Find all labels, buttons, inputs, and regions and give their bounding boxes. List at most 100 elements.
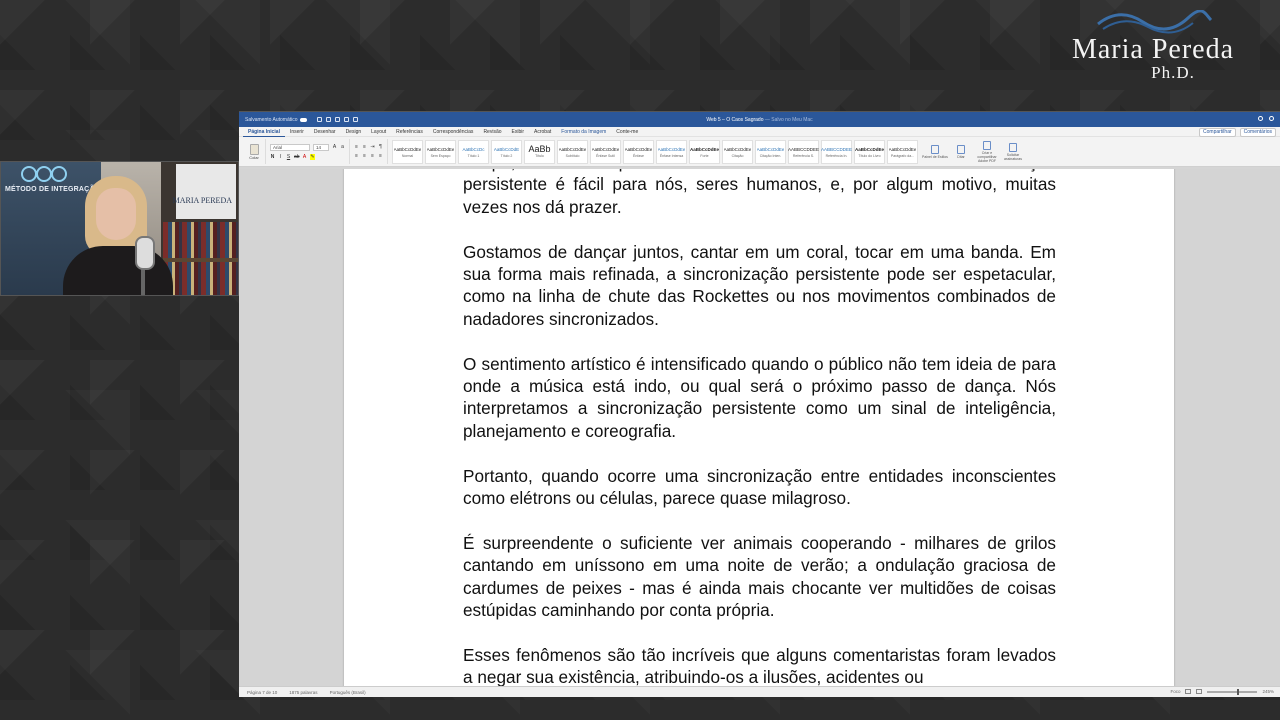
account-icon[interactable] bbox=[1269, 116, 1274, 121]
presenter bbox=[63, 246, 173, 295]
status-bar: Página 7 de 10 1875 palavras Português (… bbox=[239, 686, 1280, 697]
clipboard-icon bbox=[249, 143, 259, 155]
web-layout-icon[interactable] bbox=[1196, 689, 1203, 694]
tab-referencias[interactable]: Referências bbox=[391, 127, 428, 137]
webcam-feed: MÉTODO DE INTEGRAÇÃO MARIA PEREDA bbox=[0, 161, 239, 296]
ribbon-tabs: Página Inicial Inserir Desenhar Design L… bbox=[239, 127, 1280, 137]
zoom-slider[interactable] bbox=[1207, 688, 1258, 695]
style-titulo-1[interactable]: AaBbCcDc Título 1 bbox=[458, 139, 489, 164]
document-page[interactable]: tempo, a sincronia provavelmente não é u… bbox=[344, 169, 1174, 687]
word-window: Salvamento Automático Web 5 – O Caos Sag… bbox=[239, 111, 1280, 697]
brand-logo: Maria Pereda Ph.D. bbox=[1038, 10, 1268, 90]
webcam-logo-text: MÉTODO DE INTEGRAÇÃO bbox=[5, 186, 101, 193]
request-signatures-button[interactable]: Solicitar assinaturas bbox=[1000, 139, 1026, 164]
create-pdf-button[interactable]: Criar e compartilhar Adobe PDF bbox=[974, 139, 1000, 164]
tab-pagina-inicial[interactable]: Página Inicial bbox=[243, 127, 285, 137]
grow-font-icon[interactable]: A bbox=[332, 144, 337, 150]
redo-icon[interactable] bbox=[343, 117, 349, 122]
title-bar: Salvamento Automático Web 5 – O Caos Sag… bbox=[239, 112, 1280, 127]
document-body[interactable]: tempo, a sincronia provavelmente não é u… bbox=[463, 169, 1056, 687]
align-right-icon[interactable]: ≡ bbox=[370, 153, 375, 159]
tab-layout[interactable]: Layout bbox=[366, 127, 391, 137]
save-icon[interactable] bbox=[325, 117, 331, 122]
font-group: Arial 14 A a N I S ab A ✎ bbox=[266, 139, 350, 164]
document-area: tempo, a sincronia provavelmente não é u… bbox=[239, 169, 1280, 687]
style-referencia-intensa[interactable]: AABBCCDDEE Referência In. bbox=[821, 139, 852, 164]
style-subtitulo[interactable]: AaBbCcDdEe Subtítulo bbox=[557, 139, 588, 164]
numbering-icon[interactable]: ≡ bbox=[362, 144, 367, 150]
word-count[interactable]: 1875 palavras bbox=[289, 690, 317, 695]
style-enfase-sutil[interactable]: AaBbCcDdEe Ênfase Sutil bbox=[590, 139, 621, 164]
document-title: Web 5 – O Caos Sagrado — Salvo no Meu Ma… bbox=[706, 116, 813, 123]
home-icon[interactable] bbox=[316, 117, 322, 122]
styles-pane-button[interactable]: Painel de Estilos bbox=[922, 139, 948, 164]
style-citacao-intensa[interactable]: AaBbCcDdEe Citação Inten. bbox=[755, 139, 786, 164]
style-titulo-2[interactable]: AaBbCcDdE Título 2 bbox=[491, 139, 522, 164]
paragraph[interactable]: Gostamos de dançar juntos, cantar em um … bbox=[463, 241, 1056, 331]
share-button[interactable]: Compartilhar bbox=[1199, 128, 1236, 137]
brand-degree: Ph.D. bbox=[1151, 63, 1195, 82]
tab-correspondencias[interactable]: Correspondências bbox=[428, 127, 479, 137]
style-normal[interactable]: AaBbCcDdEe Normal bbox=[392, 139, 423, 164]
align-center-icon[interactable]: ≡ bbox=[362, 153, 367, 159]
style-enfase-intensa[interactable]: AaBbCcDdEe Ênfase Intensa bbox=[656, 139, 687, 164]
style-sem-espaco[interactable]: AaBbCcDdEe Sem Espaço bbox=[425, 139, 456, 164]
highlight-icon[interactable]: ✎ bbox=[310, 153, 315, 160]
shrink-font-icon[interactable]: a bbox=[340, 144, 345, 150]
paste-button[interactable]: Colar bbox=[247, 143, 261, 160]
language-indicator[interactable]: Português (Brasil) bbox=[330, 690, 366, 695]
tab-desenhar[interactable]: Desenhar bbox=[309, 127, 341, 137]
styles-gallery: AaBbCcDdEe Normal AaBbCcDdEe Sem Espaço Aa… bbox=[388, 139, 922, 164]
autosave-toggle[interactable] bbox=[299, 117, 307, 122]
webcam-poster-text: MARIA PEREDA bbox=[172, 196, 232, 205]
undo-icon[interactable] bbox=[334, 117, 340, 122]
print-layout-icon[interactable] bbox=[1185, 689, 1192, 694]
microphone-icon bbox=[957, 144, 965, 154]
indent-icon[interactable]: ⇥ bbox=[370, 144, 375, 150]
search-icon[interactable] bbox=[1258, 116, 1263, 121]
style-referencia-sutil[interactable]: AABBCCDDEE Referência S. bbox=[788, 139, 819, 164]
focus-button[interactable]: Foco bbox=[1170, 689, 1180, 694]
tab-exibir[interactable]: Exibir bbox=[507, 127, 530, 137]
tab-acrobat[interactable]: Acrobat bbox=[529, 127, 556, 137]
quick-access-toolbar bbox=[316, 117, 358, 122]
font-color-icon[interactable]: A bbox=[302, 154, 307, 160]
zoom-level[interactable]: 245% bbox=[1262, 689, 1274, 694]
underline-icon[interactable]: S bbox=[286, 154, 291, 160]
justify-icon[interactable]: ≡ bbox=[378, 153, 383, 159]
print-icon[interactable] bbox=[352, 117, 358, 122]
bullets-icon[interactable]: ≡ bbox=[354, 144, 359, 150]
pdf-icon bbox=[983, 140, 991, 150]
autosave-label: Salvamento Automático bbox=[245, 116, 298, 123]
style-citacao[interactable]: AaBbCcDdEe Citação bbox=[722, 139, 753, 164]
paragraph[interactable]: O sentimento artístico é intensificado q… bbox=[463, 353, 1056, 443]
align-left-icon[interactable]: ≡ bbox=[354, 153, 359, 159]
font-name-select[interactable]: Arial bbox=[270, 143, 310, 151]
comments-button[interactable]: Comentários bbox=[1239, 128, 1276, 137]
style-forte[interactable]: AaBbCcDdEe Forte bbox=[689, 139, 720, 164]
wave-logo-icon bbox=[1097, 10, 1213, 34]
paragraph[interactable]: É surpreendente o suficiente ver animais… bbox=[463, 532, 1056, 622]
tab-formato-imagem[interactable]: Formato da Imagem bbox=[556, 127, 611, 137]
style-titulo[interactable]: AaBb Título bbox=[524, 139, 555, 164]
style-enfase[interactable]: AaBbCcDdEe Ênfase bbox=[623, 139, 654, 164]
font-size-select[interactable]: 14 bbox=[313, 143, 329, 151]
style-titulo-livro[interactable]: AaBbCcDdEe Título do Livro bbox=[854, 139, 885, 164]
paragraph[interactable]: Esses fenômenos são tão incríveis que al… bbox=[463, 644, 1056, 687]
style-paragrafo-lista[interactable]: AaBbCcDdEe Parágrafo da... bbox=[887, 139, 918, 164]
tab-conte-me[interactable]: Conte-me bbox=[611, 127, 643, 137]
tab-inserir[interactable]: Inserir bbox=[285, 127, 309, 137]
pilcrow-icon[interactable]: ¶ bbox=[378, 144, 383, 150]
tab-revisao[interactable]: Revisão bbox=[478, 127, 506, 137]
bold-icon[interactable]: N bbox=[270, 154, 275, 160]
brand-name: Maria Pereda bbox=[1071, 34, 1235, 65]
paragraph[interactable]: Portanto, quando ocorre uma sincronizaçã… bbox=[463, 465, 1056, 510]
dictate-button[interactable]: Ditar bbox=[948, 139, 974, 164]
clipboard-group: Colar bbox=[243, 139, 266, 164]
integration-logo-icon bbox=[21, 166, 67, 182]
italic-icon[interactable]: I bbox=[278, 154, 283, 160]
strikethrough-icon[interactable]: ab bbox=[294, 154, 300, 160]
tab-design[interactable]: Design bbox=[341, 127, 367, 137]
page-count[interactable]: Página 7 de 10 bbox=[247, 690, 277, 695]
paragraph[interactable]: tempo, a sincronia provavelmente não é u… bbox=[463, 169, 1056, 218]
